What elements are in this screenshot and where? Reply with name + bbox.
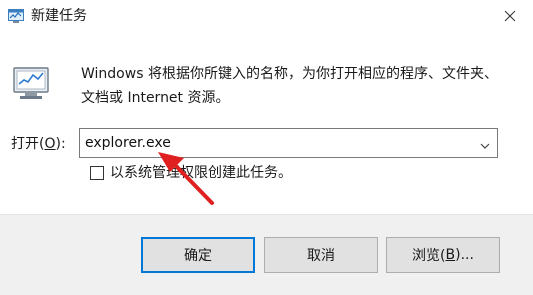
ok-button[interactable]: 确定 (141, 237, 255, 273)
run-program-icon (11, 63, 51, 101)
dialog-description: Windows 将根据你所键入的名称，为你打开相应的程序、文件夹、文档或 Int… (81, 66, 498, 106)
cancel-button-label: 取消 (307, 248, 335, 264)
chevron-down-icon[interactable] (479, 137, 491, 149)
browse-label-suffix: )... (455, 247, 474, 263)
open-label-prefix: 打开( (11, 136, 45, 152)
new-task-dialog: 新建任务 Windows 将根据你所键入的名称，为你打开相应的程序、文件夹、文档… (0, 0, 533, 295)
open-label-suffix: ): (55, 136, 66, 152)
open-label: 打开(O): (11, 135, 66, 153)
title-bar: 新建任务 (0, 0, 533, 34)
window-title: 新建任务 (31, 8, 87, 24)
browse-button[interactable]: 浏览(B)... (386, 237, 500, 273)
browse-label-prefix: 浏览( (412, 248, 446, 264)
task-manager-icon (8, 8, 24, 23)
close-icon (504, 7, 516, 26)
open-combobox[interactable]: explorer.exe (79, 128, 498, 158)
ok-button-label: 确定 (184, 248, 212, 264)
admin-checkbox-label: 以系统管理权限创建此任务。 (110, 165, 292, 181)
open-input[interactable]: explorer.exe (85, 134, 171, 152)
admin-checkbox[interactable] (90, 166, 104, 180)
cancel-button[interactable]: 取消 (264, 237, 378, 273)
close-button[interactable] (487, 0, 533, 32)
open-label-access-key: O (44, 136, 56, 152)
browse-label-access-key: B (445, 247, 456, 263)
